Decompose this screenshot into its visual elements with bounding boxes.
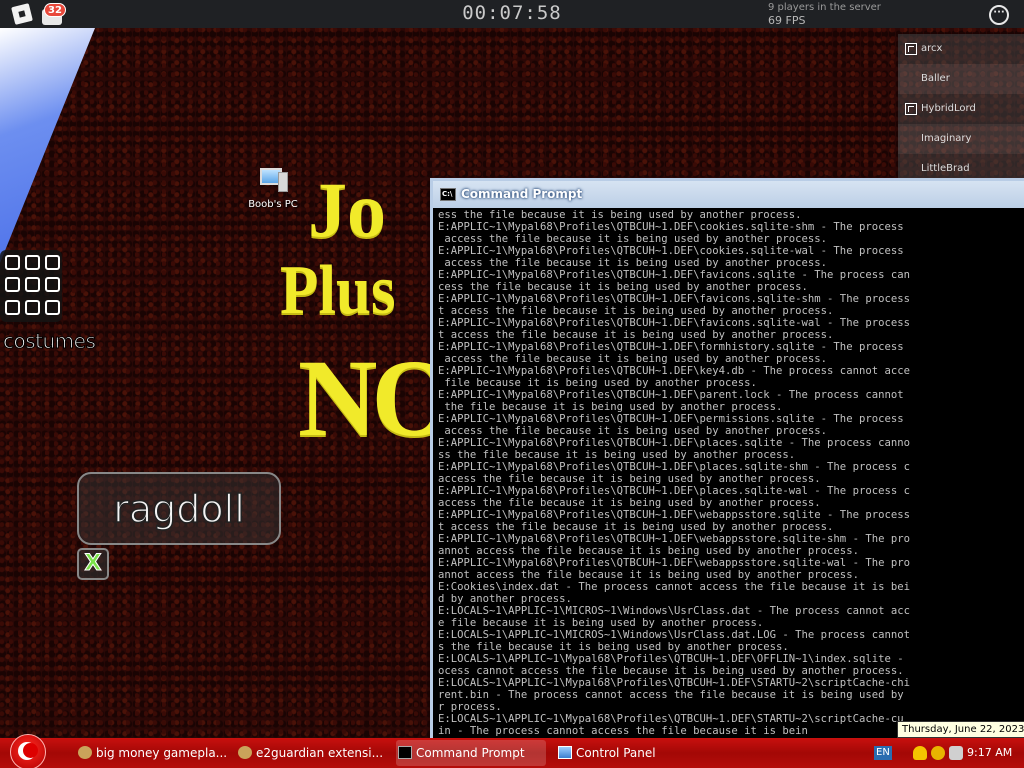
- taskbar-clock[interactable]: 9:17 AM: [967, 746, 1012, 759]
- player-name: Baller: [921, 73, 950, 84]
- player-list: arcx Baller HybridLord Imaginary LittleB…: [898, 34, 1024, 184]
- console-line: t access the file because it is being us…: [438, 305, 834, 317]
- console-line: annot access the file because it is bein…: [438, 545, 859, 557]
- player-name: LittleBrad: [921, 163, 970, 174]
- console-line: annot access the file because it is bein…: [438, 569, 859, 581]
- costumes-button[interactable]: [0, 250, 62, 322]
- console-line: s the file because it is being used by a…: [438, 641, 789, 653]
- console-line: E:APPLIC~1\Mypal68\Profiles\QTBCUH~1.DEF…: [438, 269, 910, 281]
- taskbar-item[interactable]: e2guardian extensi...: [236, 740, 386, 766]
- more-options-icon[interactable]: ···: [989, 5, 1009, 25]
- premium-icon: [905, 103, 917, 115]
- control-panel-icon: [558, 746, 572, 759]
- console-line: E:APPLIC~1\Mypal68\Profiles\QTBCUH~1.DEF…: [438, 245, 904, 257]
- search-icon[interactable]: [931, 746, 945, 760]
- game-graffiti: Jo Plus NO: [280, 165, 440, 470]
- console-line: E:APPLIC~1\Mypal68\Profiles\QTBCUH~1.DEF…: [438, 485, 910, 497]
- date-tooltip: Thursday, June 22, 2023: [897, 721, 1024, 738]
- console-line: r process.: [438, 701, 502, 713]
- console-line: access the file because it is being used…: [438, 353, 828, 365]
- chat-badge: 32: [44, 3, 66, 17]
- console-line: E:APPLIC~1\Mypal68\Profiles\QTBCUH~1.DEF…: [438, 557, 910, 569]
- console-line: E:APPLIC~1\Mypal68\Profiles\QTBCUH~1.DEF…: [438, 221, 904, 233]
- taskbar-item[interactable]: Command Prompt: [396, 740, 546, 766]
- game-sky: [0, 28, 95, 263]
- console-line: access the file because it is being used…: [438, 497, 821, 509]
- player-list-item[interactable]: HybridLord: [898, 94, 1024, 124]
- browser-icon: [238, 746, 252, 759]
- game-topbar: 32 00:07:58 9 players in the server 69 F…: [0, 0, 1024, 28]
- language-indicator[interactable]: EN: [874, 746, 892, 760]
- taskbar-item-label: Command Prompt: [416, 746, 525, 760]
- player-list-item[interactable]: Imaginary: [898, 124, 1024, 154]
- start-button[interactable]: [10, 734, 46, 768]
- graffiti-line: NO: [298, 337, 440, 459]
- premium-icon: [905, 43, 917, 55]
- console-line: E:APPLIC~1\Mypal68\Profiles\QTBCUH~1.DEF…: [438, 389, 904, 401]
- player-name: Imaginary: [921, 133, 972, 144]
- player-name: arcx: [921, 43, 943, 54]
- taskbar-item[interactable]: big money gamepla...: [76, 740, 228, 766]
- game-timer: 00:07:58: [462, 2, 562, 24]
- console-line: file because it is being used by another…: [438, 377, 757, 389]
- console-line: ocess cannot access the file because it …: [438, 665, 904, 677]
- taskbar-item-label: e2guardian extensi...: [256, 746, 384, 760]
- command-prompt-window[interactable]: C:\ Command Prompt ess the file because …: [430, 178, 1024, 739]
- console-line: E:Cookies\index.dat - The process cannot…: [438, 581, 910, 593]
- console-line: t access the file because it is being us…: [438, 521, 834, 533]
- console-line: E:APPLIC~1\Mypal68\Profiles\QTBCUH~1.DEF…: [438, 365, 910, 377]
- console-line: rent.bin - The process cannot access the…: [438, 689, 904, 701]
- console-line: access the file because it is being used…: [438, 257, 828, 269]
- console-line: ss the file because it is being used by …: [438, 449, 796, 461]
- console-line: the file because it is being used by ano…: [438, 401, 783, 413]
- roblox-menu-icon[interactable]: [11, 3, 33, 25]
- console-line: e file because it is being used by anoth…: [438, 617, 764, 629]
- console-line: E:APPLIC~1\Mypal68\Profiles\QTBCUH~1.DEF…: [438, 341, 904, 353]
- browser-icon: [78, 746, 92, 759]
- console-line: E:LOCALS~1\APPLIC~1\MICROS~1\Windows\Usr…: [438, 629, 910, 641]
- costumes-widget: costumes: [0, 250, 96, 354]
- cmd-icon: C:\: [440, 188, 456, 201]
- chat-button[interactable]: 32: [42, 3, 66, 26]
- ragdoll-button[interactable]: ragdoll: [77, 472, 281, 545]
- console-line: t access the file because it is being us…: [438, 329, 834, 341]
- player-name: HybridLord: [921, 103, 976, 114]
- taskbar-item-label: big money gamepla...: [96, 746, 228, 760]
- graffiti-line: Jo: [308, 166, 386, 253]
- graffiti-line: Plus: [280, 252, 396, 329]
- network-icon[interactable]: [949, 746, 963, 760]
- player-list-item[interactable]: arcx: [898, 34, 1024, 64]
- cmd-icon: [398, 746, 412, 759]
- taskbar: big money gamepla... e2guardian extensi.…: [0, 734, 1024, 768]
- costumes-label: costumes: [2, 329, 96, 354]
- console-line: cess the file because it is being used b…: [438, 281, 808, 293]
- console-line: ess the file because it is being used by…: [438, 209, 802, 221]
- fps-counter: 69 FPS: [768, 14, 806, 27]
- window-titlebar[interactable]: C:\ Command Prompt: [433, 181, 1024, 208]
- console-line: E:APPLIC~1\Mypal68\Profiles\QTBCUH~1.DEF…: [438, 317, 910, 329]
- console-line: E:LOCALS~1\APPLIC~1\MICROS~1\Windows\Usr…: [438, 605, 910, 617]
- taskbar-item-label: Control Panel: [576, 746, 656, 760]
- console-line: d by another process.: [438, 593, 572, 605]
- console-line: E:APPLIC~1\Mypal68\Profiles\QTBCUH~1.DEF…: [438, 293, 910, 305]
- console-line: E:APPLIC~1\Mypal68\Profiles\QTBCUH~1.DEF…: [438, 509, 910, 521]
- player-list-item[interactable]: Baller: [898, 64, 1024, 94]
- console-line: access the file because it is being used…: [438, 473, 821, 485]
- console-line: E:APPLIC~1\Mypal68\Profiles\QTBCUH~1.DEF…: [438, 461, 910, 473]
- players-in-server: 9 players in the server: [768, 2, 881, 13]
- console-output[interactable]: ess the file because it is being used by…: [433, 208, 1024, 739]
- console-line: E:LOCALS~1\APPLIC~1\Mypal68\Profiles\QTB…: [438, 677, 910, 689]
- grid-icon: [5, 255, 20, 270]
- window-title: Command Prompt: [461, 187, 583, 201]
- console-line: E:APPLIC~1\Mypal68\Profiles\QTBCUH~1.DEF…: [438, 533, 910, 545]
- console-line: E:APPLIC~1\Mypal68\Profiles\QTBCUH~1.DEF…: [438, 413, 904, 425]
- security-shield-icon[interactable]: [913, 746, 927, 760]
- close-ragdoll-button[interactable]: X: [77, 548, 109, 580]
- console-line: E:APPLIC~1\Mypal68\Profiles\QTBCUH~1.DEF…: [438, 437, 910, 449]
- server-info: 9 players in the server 69 FPS: [768, 1, 881, 27]
- taskbar-item[interactable]: Control Panel: [556, 740, 706, 766]
- console-line: access the file because it is being used…: [438, 233, 828, 245]
- console-line: E:LOCALS~1\APPLIC~1\Mypal68\Profiles\QTB…: [438, 653, 904, 665]
- console-line: access the file because it is being used…: [438, 425, 828, 437]
